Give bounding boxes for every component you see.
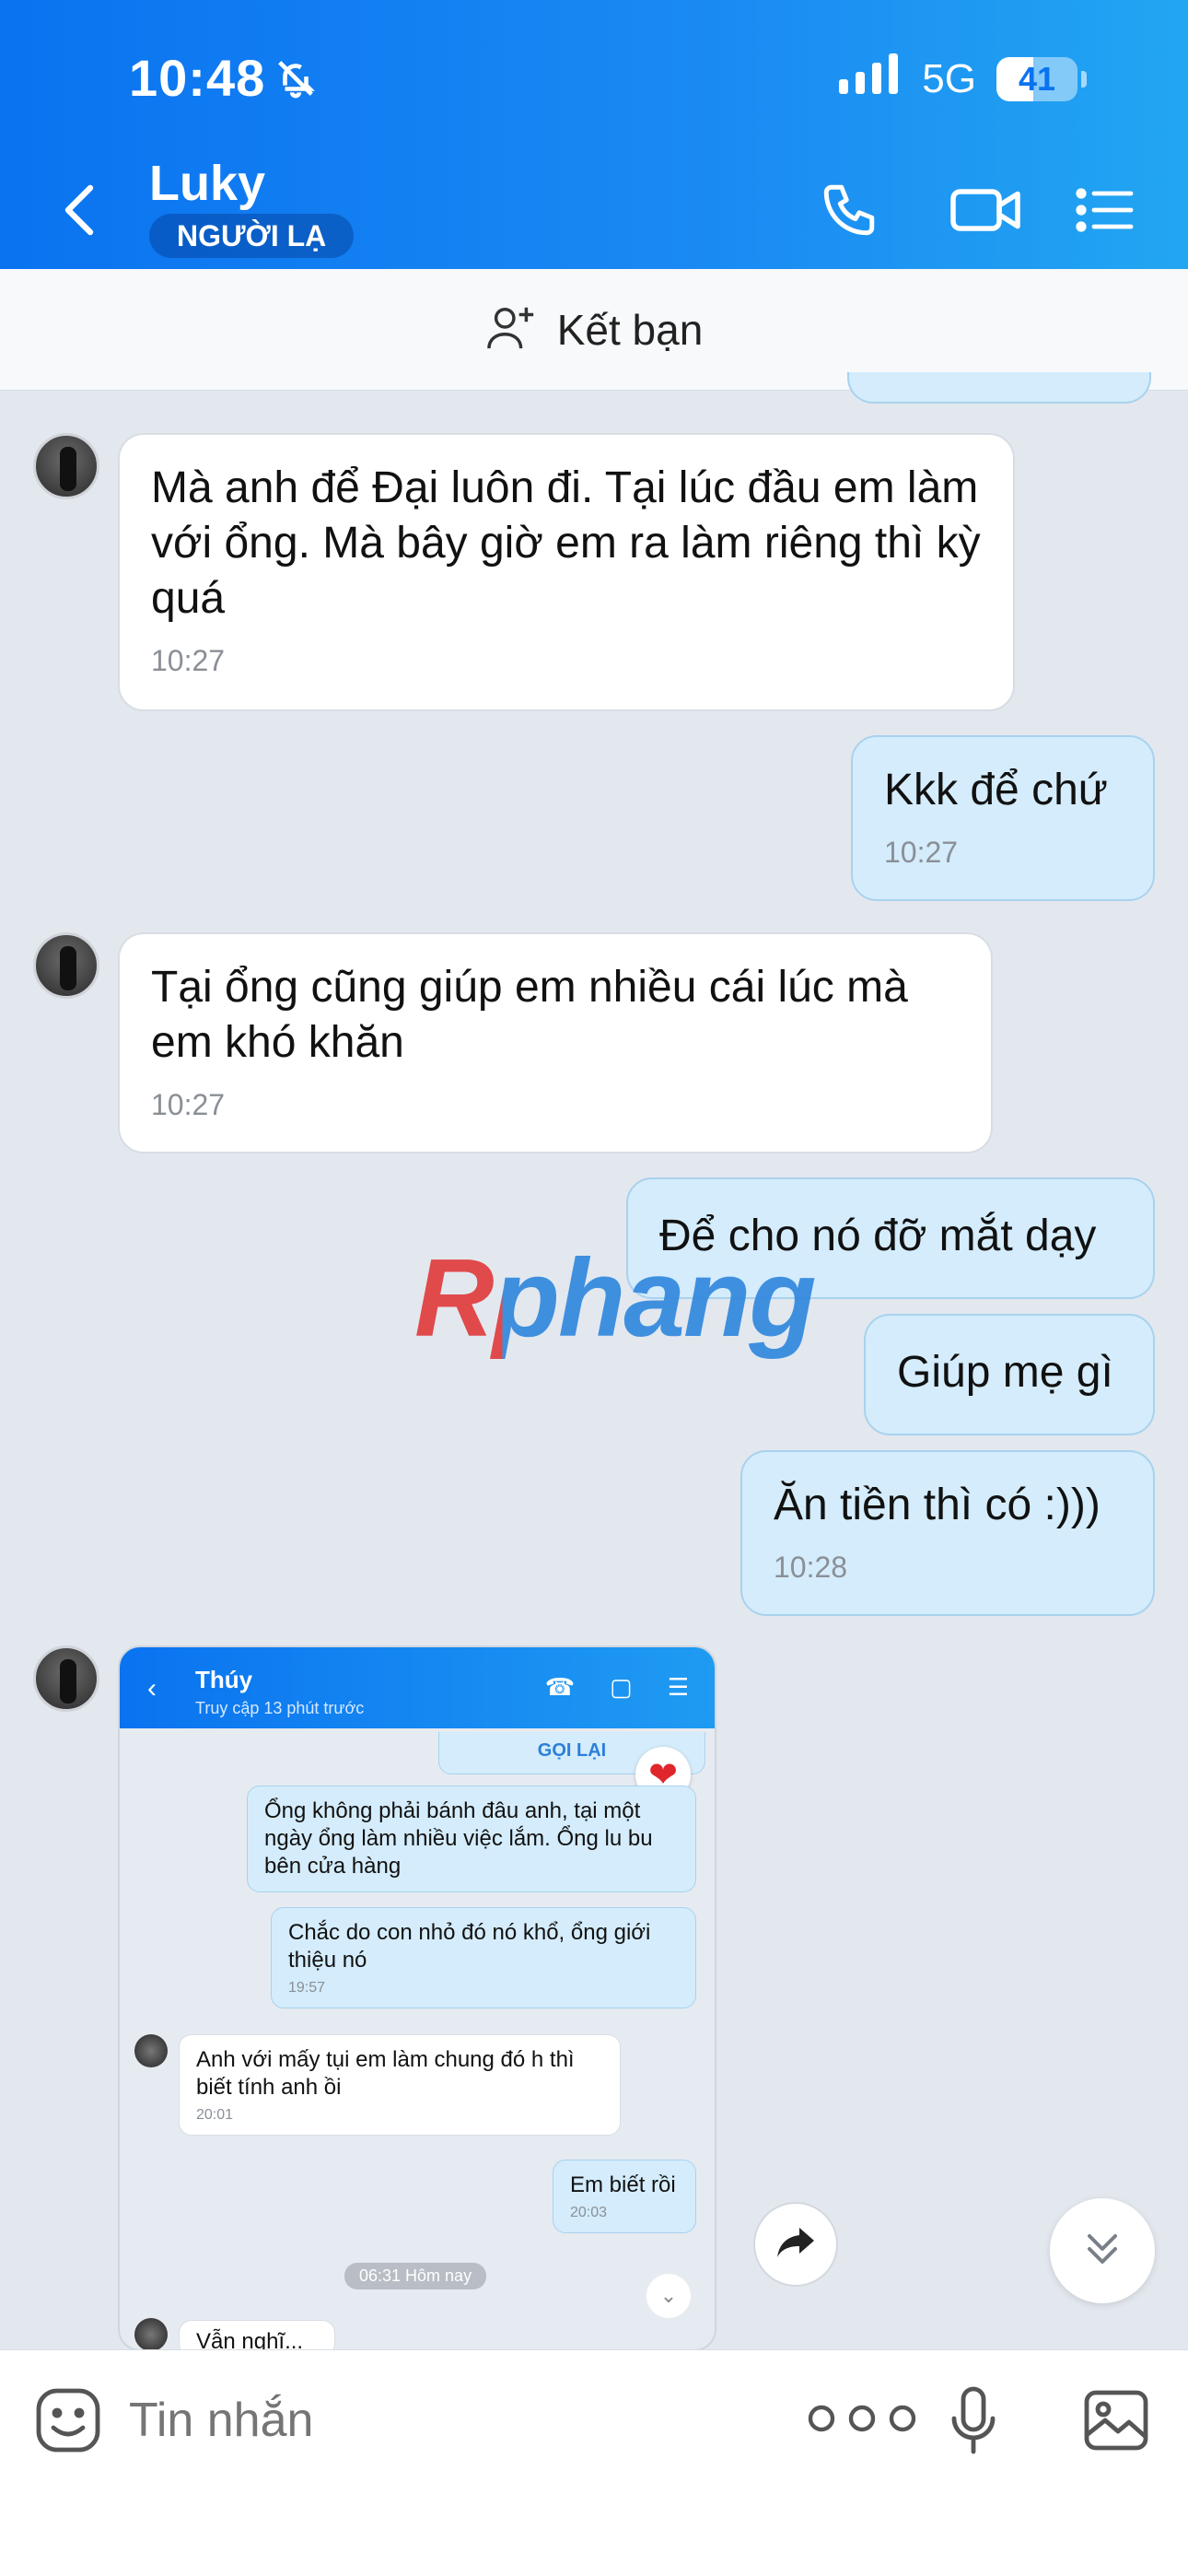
microphone-button[interactable] [947, 2383, 1000, 2462]
image-gallery-button[interactable] [1081, 2387, 1151, 2458]
message-text: Ăn tiền thì có :))) [774, 1481, 1101, 1529]
image-contact-name: Thúy [195, 1666, 253, 1693]
message-time: 10:28 [774, 1551, 848, 1584]
phone-icon: ☎ [544, 1673, 576, 1701]
image-header-icons: ☎ ▢ ☰ [545, 1673, 689, 1702]
message-time: 10:27 [884, 836, 959, 869]
message-text: Mà anh để Đại luôn đi. Tại lúc đầu em là… [151, 463, 981, 623]
menu-list-icon [1076, 187, 1135, 238]
more-options-button[interactable] [803, 2396, 923, 2447]
message-time: 10:27 [151, 1088, 226, 1121]
back-button[interactable] [52, 175, 107, 249]
message-text: Giúp mẹ gì [897, 1348, 1113, 1397]
message-input[interactable] [129, 2383, 774, 2457]
stranger-badge: NGƯỜI LẠ [149, 214, 355, 258]
message-text: Kkk để chứ [884, 766, 1108, 814]
scroll-to-bottom-button[interactable] [1050, 2198, 1155, 2303]
image-message-time: 19:57 [288, 1980, 326, 1996]
video-icon: ▢ [610, 1673, 633, 1701]
message-composer [0, 2349, 1188, 2576]
add-person-icon [485, 302, 539, 357]
chat-header: 10:48 5G 41 Luky NGƯỜI LẠ [0, 0, 1188, 269]
status-time: 10:48 [129, 49, 266, 107]
double-chevron-down-icon [1082, 2229, 1123, 2274]
image-message-time: 20:03 [570, 2205, 608, 2220]
image-contact-status: Truy cập 13 phút trước [195, 1699, 365, 1717]
network-label: 5G [922, 55, 976, 101]
battery-level: 41 [1018, 59, 1056, 98]
avatar [134, 2034, 168, 2067]
phone-icon [819, 180, 879, 245]
avatar[interactable] [33, 932, 99, 999]
image-message[interactable]: ‹ Thúy Truy cập 13 phút trước ☎ ▢ ☰ GỌI … [118, 1645, 716, 2351]
image-message-incoming: Anh với mấy tụi em làm chung đó h thì bi… [179, 2034, 621, 2136]
mute-icon [274, 57, 317, 104]
forward-icon [774, 2224, 818, 2266]
battery-tip [1081, 70, 1087, 88]
battery-icon: 41 [996, 56, 1077, 101]
message-bubble-outgoing[interactable]: Ăn tiền thì có :))) 10:28 [740, 1450, 1155, 1616]
image-message-text: Em biết rồi [570, 2172, 676, 2197]
avatar [134, 2318, 168, 2349]
add-friend-label: Kết bạn [556, 305, 704, 354]
message-bubble-incoming[interactable]: Mà anh để Đại luôn đi. Tại lúc đầu em là… [118, 433, 1015, 711]
menu-list-icon: ☰ [667, 1673, 689, 1701]
image-message-text: Anh với mấy tụi em làm chung đó h thì bi… [196, 2047, 575, 2100]
message-bubble-incoming[interactable]: Tại ổng cũng giúp em nhiều cái lúc mà em… [118, 932, 993, 1153]
image-message-text: Chắc do con nhỏ đó nó khổ, ổng giới thiệ… [288, 1920, 651, 1973]
image-message-outgoing: Em biết rồi 20:03 [553, 2160, 696, 2233]
video-icon [949, 182, 1022, 242]
message-time: 10:27 [151, 644, 226, 677]
image-chat-header: ‹ Thúy Truy cập 13 phút trước ☎ ▢ ☰ [120, 1647, 715, 1728]
menu-button[interactable] [1068, 175, 1142, 249]
message-bubble-outgoing[interactable]: Giúp mẹ gì [864, 1314, 1155, 1435]
call-button[interactable] [812, 175, 886, 249]
signal-icon [839, 53, 902, 104]
message-text: Tại ổng cũng giúp em nhiều cái lúc mà em… [151, 963, 908, 1067]
image-message-text: Ổng không phải bánh đâu anh, tại một ngà… [264, 1798, 653, 1879]
emoji-button[interactable] [33, 2385, 103, 2460]
avatar[interactable] [33, 1645, 99, 1712]
back-icon [61, 182, 98, 242]
image-message-text: Vẫn nghĩ... [196, 2329, 304, 2351]
watermark: Rphang [414, 1236, 817, 1360]
back-icon: ‹ [147, 1673, 157, 1704]
forward-button[interactable] [753, 2202, 838, 2287]
avatar[interactable] [33, 433, 99, 499]
partial-message-bubble [847, 372, 1151, 404]
image-message-outgoing: Chắc do con nhỏ đó nó khổ, ổng giới thiệ… [271, 1907, 696, 2008]
status-indicators: 5G 41 [839, 53, 1087, 104]
video-call-button[interactable] [939, 175, 1031, 249]
message-bubble-outgoing[interactable]: Kkk để chứ 10:27 [851, 735, 1155, 901]
image-date-separator: 06:31 Hôm nay [344, 2263, 487, 2289]
image-message-time: 20:01 [196, 2107, 234, 2123]
image-message-outgoing: Ổng không phải bánh đâu anh, tại một ngà… [247, 1786, 696, 1892]
chevron-down-icon: ⌄ [646, 2274, 691, 2318]
image-message-incoming: Vẫn nghĩ... [179, 2320, 335, 2351]
contact-name[interactable]: Luky [149, 155, 265, 212]
